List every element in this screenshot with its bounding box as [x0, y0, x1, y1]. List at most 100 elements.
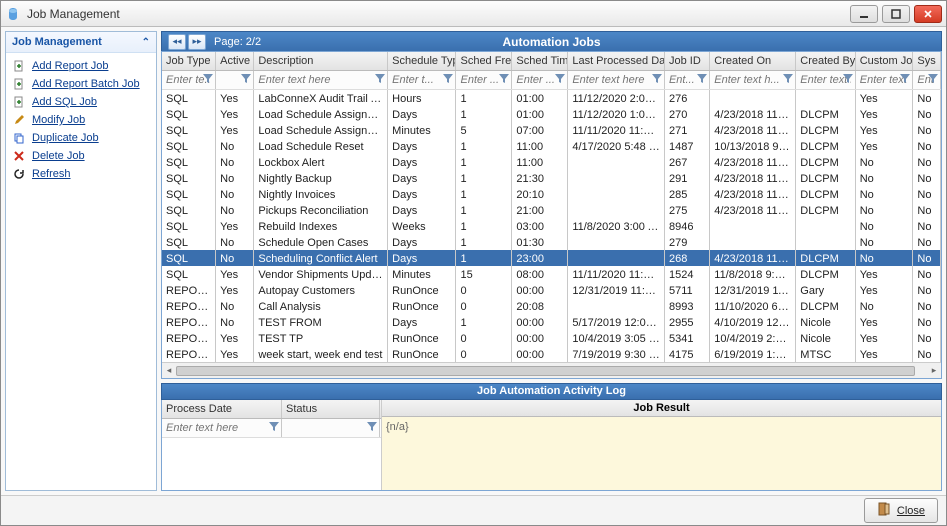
sidebar-item-refresh[interactable]: Refresh [8, 165, 154, 183]
cell: 279 [665, 234, 710, 250]
filter-cell[interactable] [254, 71, 388, 89]
log-filter-cell[interactable] [162, 419, 282, 437]
scroll-thumb[interactable] [176, 366, 915, 376]
sidebar-item-add-report-job[interactable]: Add Report Job [8, 57, 154, 75]
horizontal-scrollbar[interactable]: ◂ ▸ [162, 362, 941, 378]
filter-cell[interactable] [913, 71, 941, 89]
cell: Weeks [388, 218, 456, 234]
window: Job Management Job Management ⌃ Add Repo… [0, 0, 947, 526]
cell: MTSC [796, 346, 855, 362]
cell: Yes [216, 90, 254, 106]
table-row[interactable]: SQLYesLoad Schedule AssignmentsDays101:0… [162, 106, 941, 122]
table-row[interactable]: SQLNoSchedule Open CasesDays101:30279NoN… [162, 234, 941, 250]
table-row[interactable]: REPORTNoTEST FROMDays100:005/17/2019 12:… [162, 314, 941, 330]
filter-cell[interactable] [856, 71, 914, 89]
filter-input[interactable] [258, 74, 383, 86]
log-filter-input[interactable] [166, 422, 277, 434]
filter-cell[interactable] [162, 71, 216, 89]
filter-cell[interactable] [216, 71, 254, 89]
column-header[interactable]: Sched Freq [456, 52, 512, 70]
log-column-header[interactable]: Process Date [162, 400, 282, 418]
filter-cell[interactable] [796, 71, 855, 89]
cell: DLCPM [796, 154, 855, 170]
table-row[interactable]: SQLYesVendor Shipments UpdateMinutes1508… [162, 266, 941, 282]
cell: Yes [216, 218, 254, 234]
sidebar-item-modify-job[interactable]: Modify Job [8, 111, 154, 129]
table-row[interactable]: REPORTYesTEST TPRunOnce000:0010/4/2019 3… [162, 330, 941, 346]
cell: No [856, 202, 914, 218]
cell: 291 [665, 170, 710, 186]
log-filter-input[interactable] [286, 422, 375, 434]
cell: 4175 [665, 346, 710, 362]
table-row[interactable]: SQLNoNightly InvoicesDays120:102854/23/2… [162, 186, 941, 202]
cell: 11/11/2020 11:46 PM [568, 266, 665, 282]
filter-cell[interactable] [456, 71, 512, 89]
log-column-header[interactable]: Status [282, 400, 380, 418]
cell: Yes [856, 106, 914, 122]
column-header[interactable]: Sys [913, 52, 941, 70]
cell: RunOnce [388, 346, 456, 362]
cell: 11:00 [512, 138, 568, 154]
close-button[interactable]: Close [864, 498, 938, 523]
sidebar-item-label: Add SQL Job [32, 96, 97, 108]
sidebar-header[interactable]: Job Management ⌃ [6, 32, 156, 53]
scroll-right-arrow[interactable]: ▸ [927, 365, 941, 376]
sidebar-item-delete-job[interactable]: Delete Job [8, 147, 154, 165]
sidebar-item-duplicate-job[interactable]: Duplicate Job [8, 129, 154, 147]
filter-input[interactable] [572, 74, 660, 86]
filter-cell[interactable] [512, 71, 568, 89]
cell: No [913, 314, 941, 330]
table-row[interactable]: SQLYesLoad Schedule Assignments InterimM… [162, 122, 941, 138]
cell [568, 186, 665, 202]
cell: 4/10/2019 12:4... [710, 314, 796, 330]
table-row[interactable]: SQLNoPickups ReconciliationDays121:00275… [162, 202, 941, 218]
cell: 0 [456, 282, 512, 298]
minimize-button[interactable] [850, 5, 878, 23]
first-page-button[interactable]: ◂◂ [168, 34, 186, 50]
table-row[interactable]: SQLNoLoad Schedule ResetDays111:004/17/2… [162, 138, 941, 154]
cell: No [216, 186, 254, 202]
close-window-button[interactable] [914, 5, 942, 23]
column-header[interactable]: Custom Job [856, 52, 914, 70]
column-header[interactable]: Last Processed Date [568, 52, 665, 70]
log-filter-cell[interactable] [282, 419, 380, 437]
table-row[interactable]: REPORTYesweek start, week end testRunOnc… [162, 346, 941, 362]
cell: 4/23/2018 11:1... [710, 186, 796, 202]
filter-cell[interactable] [665, 71, 710, 89]
body: Job Management ⌃ Add Report JobAdd Repor… [1, 27, 946, 495]
cell: TEST FROM [254, 314, 388, 330]
scroll-left-arrow[interactable]: ◂ [162, 365, 176, 376]
refresh-icon [12, 168, 26, 180]
column-header[interactable]: Description [254, 52, 388, 70]
cell: Days [388, 186, 456, 202]
table-row[interactable]: REPORTYesAutopay CustomersRunOnce000:001… [162, 282, 941, 298]
table-row[interactable]: SQLNoScheduling Conflict AlertDays123:00… [162, 250, 941, 266]
filter-cell[interactable] [568, 71, 665, 89]
filter-cell[interactable] [388, 71, 456, 89]
column-header[interactable]: Created On [710, 52, 796, 70]
column-header[interactable]: Created By [796, 52, 855, 70]
table-row[interactable]: SQLNoNightly BackupDays121:302914/23/201… [162, 170, 941, 186]
table-row[interactable]: SQLYesRebuild IndexesWeeks103:0011/8/202… [162, 218, 941, 234]
column-header[interactable]: Schedule Type [388, 52, 456, 70]
cell: Days [388, 106, 456, 122]
table-row[interactable]: SQLYesLabConneX Audit Trail AlertsHours1… [162, 90, 941, 106]
sidebar-item-add-report-batch-job[interactable]: Add Report Batch Job [8, 75, 154, 93]
maximize-button[interactable] [882, 5, 910, 23]
cell: No [856, 234, 914, 250]
next-page-button[interactable]: ▸▸ [188, 34, 206, 50]
column-header[interactable]: Sched Time [512, 52, 568, 70]
sidebar-item-add-sql-job[interactable]: Add SQL Job [8, 93, 154, 111]
grid-body[interactable]: SQLYesLabConneX Audit Trail AlertsHours1… [162, 90, 941, 362]
cell: No [856, 250, 914, 266]
cell: LabConneX Audit Trail Alerts [254, 90, 388, 106]
table-row[interactable]: REPORTNoCall AnalysisRunOnce020:08899311… [162, 298, 941, 314]
table-row[interactable]: SQLNoLockbox AlertDays111:002674/23/2018… [162, 154, 941, 170]
column-header[interactable]: Job ID [665, 52, 710, 70]
filter-input[interactable] [714, 74, 791, 86]
filter-cell[interactable] [710, 71, 796, 89]
cell: Yes [856, 282, 914, 298]
column-header[interactable]: Job Type [162, 52, 216, 70]
cell: 10/13/2018 9:3... [710, 138, 796, 154]
column-header[interactable]: Active [216, 52, 254, 70]
